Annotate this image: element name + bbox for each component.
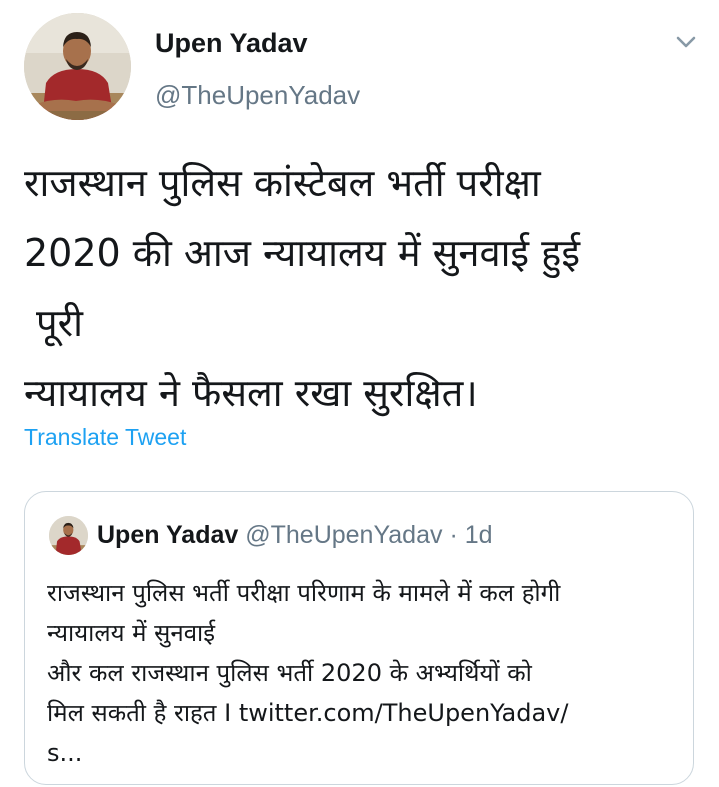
quoted-tweet-text: राजस्थान पुलिस भर्ती परीक्षा परिणाम के म… xyxy=(47,573,677,773)
chevron-down-icon[interactable] xyxy=(674,32,698,52)
author-name[interactable]: Upen Yadav xyxy=(155,28,308,59)
quoted-text-line: न्यायालय में सुनवाई xyxy=(47,619,216,647)
quoted-text-line: मिल सकती है राहत I twitter.com/TheUpenYa… xyxy=(47,699,569,727)
quoted-author-handle: @TheUpenYadav xyxy=(245,521,443,549)
quoted-text-line: s... xyxy=(47,739,83,767)
separator-dot: · xyxy=(449,521,458,549)
quoted-avatar-photo xyxy=(49,516,88,555)
quoted-author-avatar xyxy=(49,516,88,555)
quoted-author-name: Upen Yadav xyxy=(97,521,239,549)
quoted-text-line: राजस्थान पुलिस भर्ती परीक्षा परिणाम के म… xyxy=(47,579,561,607)
author-handle[interactable]: @TheUpenYadav xyxy=(155,80,360,111)
quoted-text-line: और कल राजस्थान पुलिस भर्ती 2020 के अभ्यर… xyxy=(47,659,532,687)
tweet-text-line: 2020 की आज न्यायालय में सुनवाई हुई xyxy=(24,231,580,275)
quoted-tweet-time: 1d xyxy=(464,521,493,549)
quoted-tweet-card[interactable]: Upen Yadav @TheUpenYadav · 1d राजस्थान प… xyxy=(24,491,694,785)
quoted-tweet-header: Upen Yadav @TheUpenYadav · 1d xyxy=(97,521,493,550)
author-avatar[interactable] xyxy=(24,13,131,120)
tweet-text-line: राजस्थान पुलिस कांस्टेबल भर्ती परीक्षा xyxy=(24,161,541,205)
tweet-text-line: पूरी xyxy=(36,301,83,345)
tweet-text: राजस्थान पुलिस कांस्टेबल भर्ती परीक्षा 2… xyxy=(24,148,704,428)
translate-tweet-link[interactable]: Translate Tweet xyxy=(24,424,186,451)
avatar-photo xyxy=(24,13,131,120)
tweet-text-line: न्यायालय ने फैसला रखा सुरक्षित। xyxy=(24,371,478,415)
